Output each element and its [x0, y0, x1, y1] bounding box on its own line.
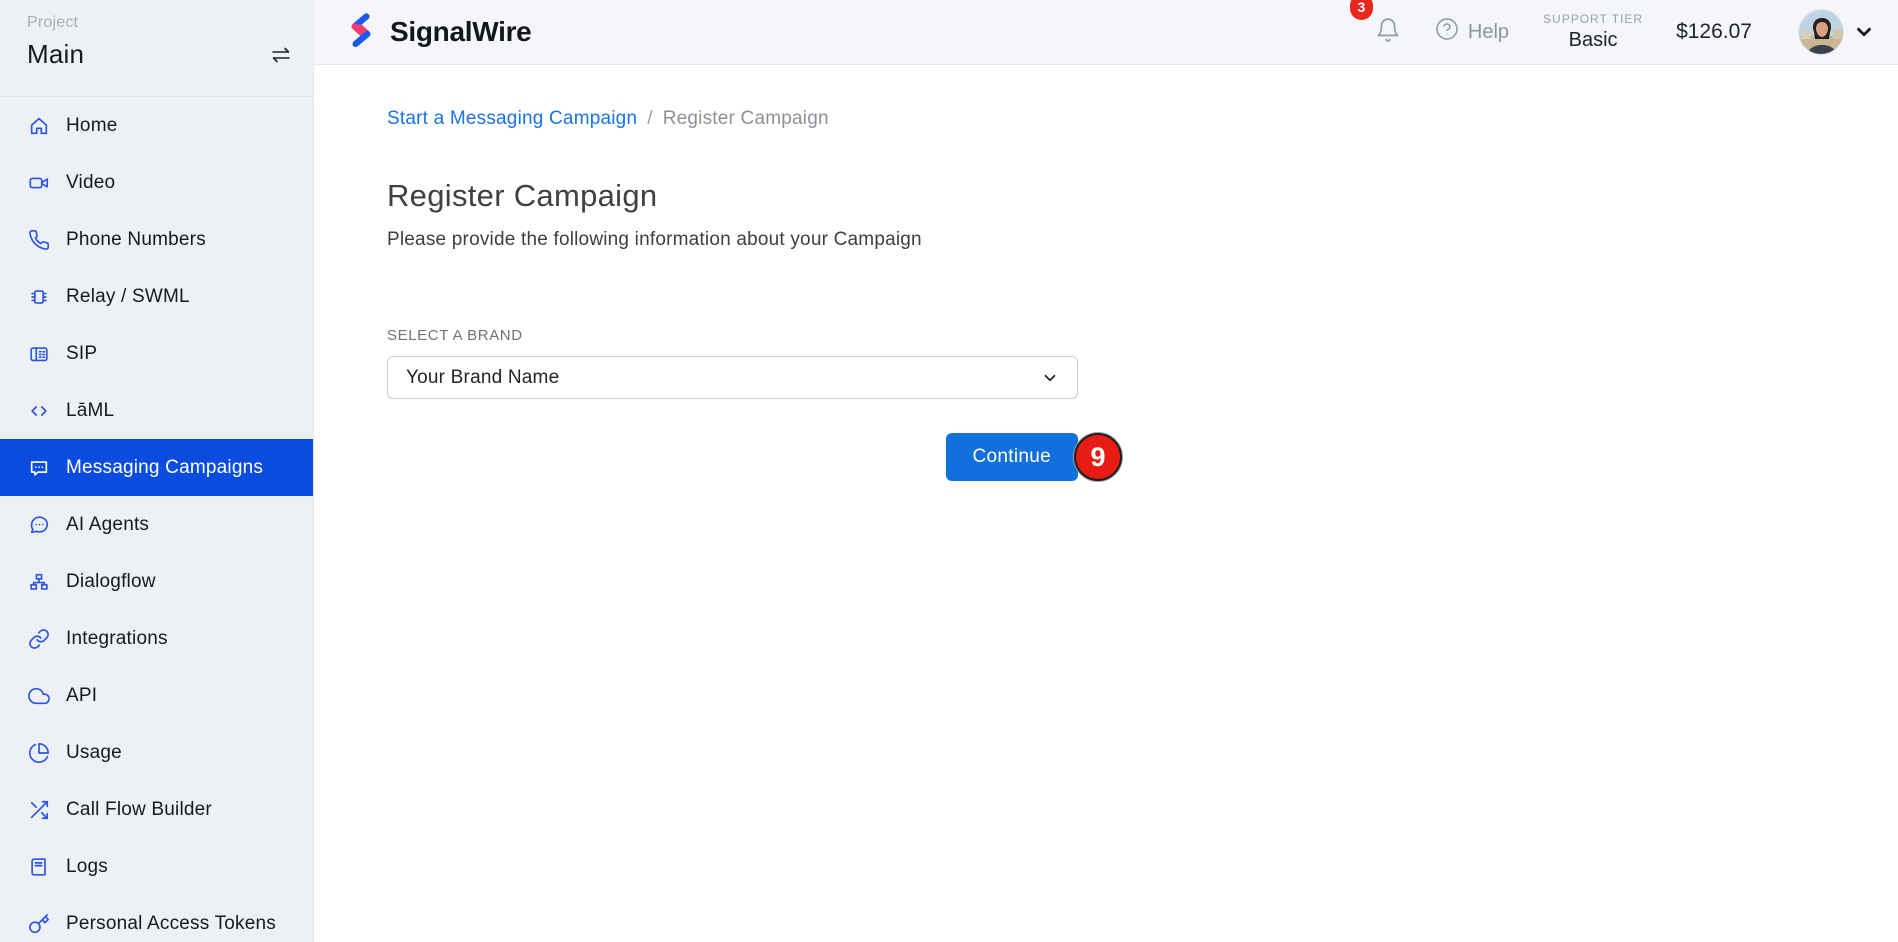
- project-label: Project: [27, 14, 84, 32]
- key-icon: [27, 912, 51, 936]
- project-info: Project Main: [27, 12, 84, 86]
- support-tier: SUPPORT TIER Basic: [1543, 12, 1643, 52]
- chevron-down-icon: [1041, 369, 1059, 387]
- shuffle-icon: [27, 798, 51, 822]
- sidebar-item-ai-agents[interactable]: AI Agents: [0, 496, 313, 553]
- brand-name: SignalWire: [390, 16, 531, 48]
- book-icon: [27, 855, 51, 879]
- user-menu-chevron-icon[interactable]: [1853, 21, 1875, 43]
- switch-project-icon[interactable]: [267, 43, 295, 72]
- sidebar-item-label: Logs: [66, 856, 108, 878]
- breadcrumb-link[interactable]: Start a Messaging Campaign: [387, 108, 637, 130]
- continue-button[interactable]: Continue: [946, 433, 1078, 481]
- form-actions: Continue 9: [387, 433, 1078, 481]
- page-subtitle: Please provide the following information…: [387, 229, 1898, 251]
- sidebar-item-label: Relay / SWML: [66, 286, 190, 308]
- brand-logo: SignalWire: [345, 12, 531, 53]
- home-icon: [27, 114, 51, 138]
- sidebar-item-sip[interactable]: SIP: [0, 325, 313, 382]
- sidebar-item-messaging-campaigns[interactable]: Messaging Campaigns: [0, 439, 313, 496]
- sidebar-item-relay-swml[interactable]: Relay / SWML: [0, 268, 313, 325]
- signalwire-mark-icon: [345, 12, 377, 53]
- annotation-step-badge: 9: [1074, 433, 1122, 481]
- phone-icon: [27, 228, 51, 252]
- sidebar-item-integrations[interactable]: Integrations: [0, 610, 313, 667]
- top-bar: SignalWire 3 Help SUPPORT TIER Basic $12…: [314, 0, 1898, 65]
- sidebar-item-label: Call Flow Builder: [66, 799, 212, 821]
- sidebar-item-personal-access-tokens[interactable]: Personal Access Tokens: [0, 895, 313, 942]
- chip-icon: [27, 285, 51, 309]
- code-icon: [27, 399, 51, 423]
- avatar[interactable]: [1798, 9, 1844, 55]
- notifications-button[interactable]: 3: [1375, 17, 1401, 48]
- breadcrumb-current: Register Campaign: [663, 108, 829, 130]
- main-content: Start a Messaging Campaign / Register Ca…: [314, 65, 1898, 942]
- sidebar-item-label: Messaging Campaigns: [66, 457, 263, 479]
- brand-select[interactable]: Your Brand Name: [387, 356, 1078, 399]
- sidebar-item-video[interactable]: Video: [0, 154, 313, 211]
- sidebar-item-label: Phone Numbers: [66, 229, 206, 251]
- topbar-right: 3 Help SUPPORT TIER Basic $126.07: [1375, 9, 1875, 55]
- register-campaign-form: SELECT A BRAND Your Brand Name Continue …: [387, 327, 1078, 481]
- sidebar-item-home[interactable]: Home: [0, 97, 313, 154]
- sidebar-item-usage[interactable]: Usage: [0, 724, 313, 781]
- sidebar: Project Main Home Video Phone Numb: [0, 0, 314, 942]
- account-balance[interactable]: $126.07: [1676, 20, 1752, 44]
- sidebar-item-label: SIP: [66, 343, 97, 365]
- page-title: Register Campaign: [387, 178, 1898, 214]
- project-switcher: Project Main: [0, 0, 313, 97]
- help-button[interactable]: Help: [1435, 17, 1509, 47]
- video-camera-icon: [27, 171, 51, 195]
- sidebar-item-laml[interactable]: LāML: [0, 382, 313, 439]
- sidebar-item-label: LāML: [66, 400, 114, 422]
- help-circle-icon: [1435, 17, 1459, 47]
- sidebar-item-api[interactable]: API: [0, 667, 313, 724]
- link-icon: [27, 627, 51, 651]
- sidebar-item-label: Integrations: [66, 628, 168, 650]
- select-brand-label: SELECT A BRAND: [387, 327, 1078, 344]
- support-tier-label: SUPPORT TIER: [1543, 12, 1643, 26]
- sidebar-item-dialogflow[interactable]: Dialogflow: [0, 553, 313, 610]
- sidebar-item-label: Usage: [66, 742, 122, 764]
- sidebar-item-call-flow-builder[interactable]: Call Flow Builder: [0, 781, 313, 838]
- cloud-icon: [27, 684, 51, 708]
- sidebar-item-label: Video: [66, 172, 115, 194]
- chat-bubble-icon: [27, 456, 51, 480]
- bell-icon: [1375, 30, 1401, 47]
- support-tier-value: Basic: [1543, 29, 1643, 52]
- project-name: Main: [27, 39, 84, 70]
- sidebar-item-phone-numbers[interactable]: Phone Numbers: [0, 211, 313, 268]
- sidebar-item-label: Dialogflow: [66, 571, 156, 593]
- sidebar-item-label: API: [66, 685, 97, 707]
- fax-icon: [27, 342, 51, 366]
- notification-count-badge: 3: [1350, 0, 1373, 20]
- breadcrumb: Start a Messaging Campaign / Register Ca…: [387, 108, 1898, 130]
- sidebar-item-logs[interactable]: Logs: [0, 838, 313, 895]
- brand-select-value: Your Brand Name: [406, 367, 559, 389]
- sidebar-item-label: Personal Access Tokens: [66, 913, 276, 935]
- help-label: Help: [1468, 21, 1509, 44]
- sidebar-item-label: AI Agents: [66, 514, 149, 536]
- pie-chart-icon: [27, 741, 51, 765]
- breadcrumb-separator: /: [647, 108, 652, 130]
- org-tree-icon: [27, 570, 51, 594]
- ai-chat-icon: [27, 513, 51, 537]
- sidebar-item-label: Home: [66, 115, 117, 137]
- sidebar-nav: Home Video Phone Numbers Relay / SWML SI: [0, 97, 313, 942]
